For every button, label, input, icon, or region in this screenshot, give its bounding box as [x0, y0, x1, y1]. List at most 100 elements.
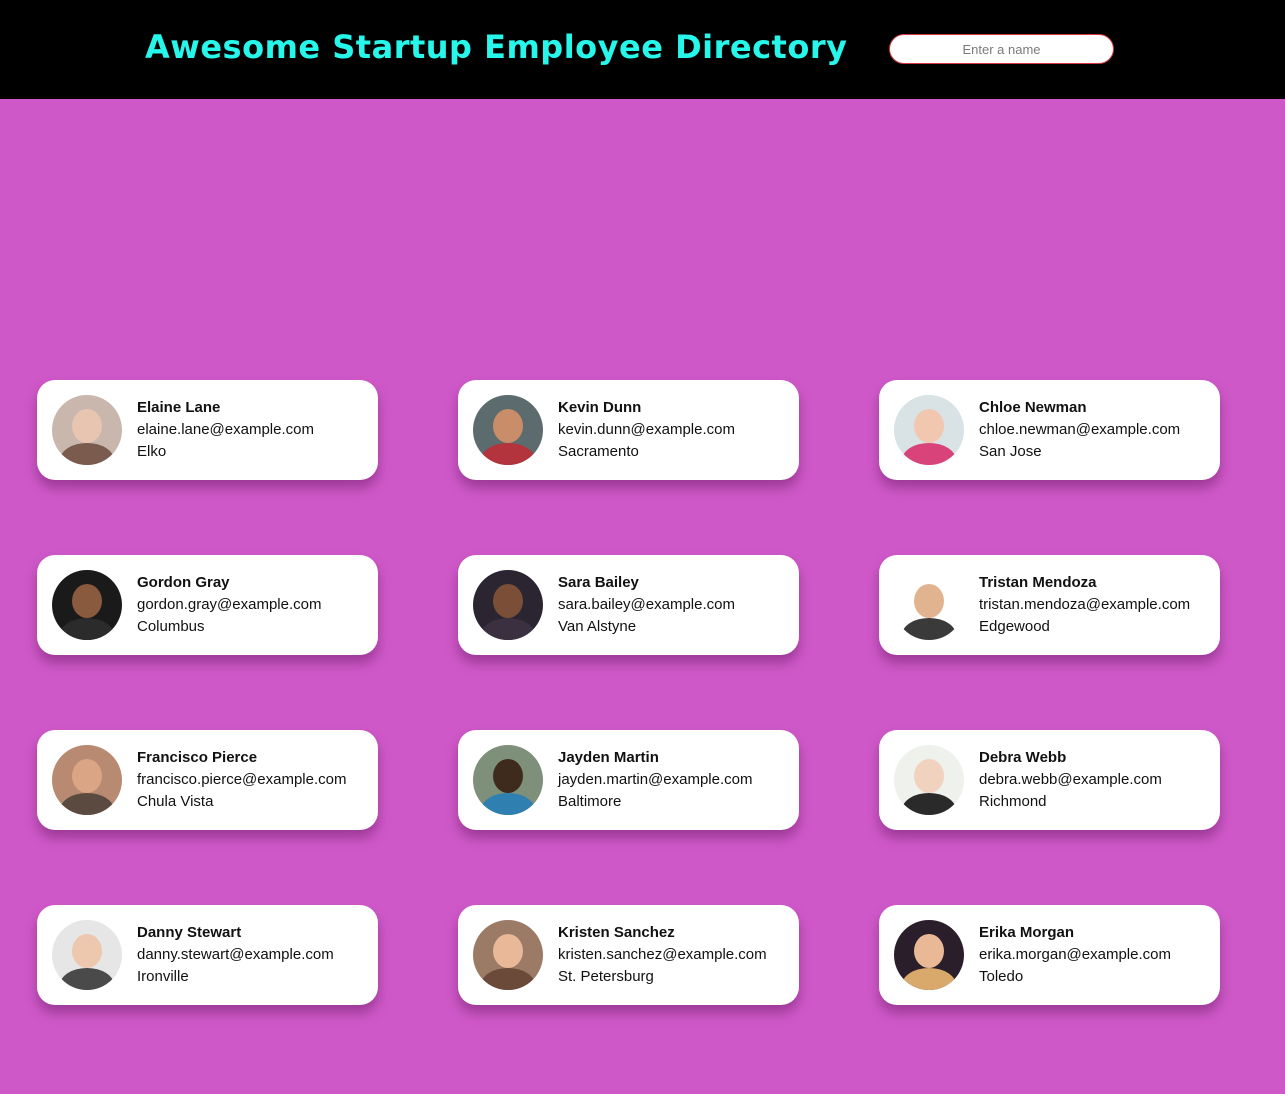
avatar: [473, 395, 543, 465]
avatar-shoulders-icon: [481, 968, 535, 990]
employee-email: jayden.martin@example.com: [558, 771, 753, 788]
employee-card[interactable]: Jayden Martin jayden.martin@example.com Ba…: [458, 730, 799, 830]
avatar: [52, 570, 122, 640]
employee-card[interactable]: Danny Stewart danny.stewart@example.com Ir…: [37, 905, 378, 1005]
avatar-head-icon: [493, 584, 523, 618]
avatar-head-icon: [914, 759, 944, 793]
avatar-shoulders-icon: [902, 793, 956, 815]
employee-city: Ironville: [137, 968, 189, 985]
employee-info: Kristen Sanchez kristen.sanchez@example.c…: [558, 922, 767, 988]
avatar: [894, 745, 964, 815]
employee-name: Kristen Sanchez: [558, 924, 675, 941]
avatar: [894, 570, 964, 640]
employee-city: Edgewood: [979, 618, 1050, 635]
employee-card[interactable]: Chloe Newman chloe.newman@example.com San …: [879, 380, 1220, 480]
employee-city: Baltimore: [558, 793, 622, 810]
employee-info: Erika Morgan erika.morgan@example.com Tole…: [979, 922, 1171, 988]
avatar: [473, 745, 543, 815]
employee-city: Columbus: [137, 618, 205, 635]
avatar-head-icon: [493, 934, 523, 968]
avatar: [894, 395, 964, 465]
employee-info: Kevin Dunn kevin.dunn@example.com Sacramen…: [558, 397, 735, 463]
avatar-head-icon: [72, 934, 102, 968]
avatar-head-icon: [914, 934, 944, 968]
employee-name: Gordon Gray: [137, 574, 230, 591]
employee-city: Sacramento: [558, 443, 639, 460]
employee-name: Kevin Dunn: [558, 399, 642, 416]
employee-card[interactable]: Gordon Gray gordon.gray@example.com Columb…: [37, 555, 378, 655]
avatar-shoulders-icon: [902, 618, 956, 640]
employee-name: Danny Stewart: [137, 924, 242, 941]
avatar-shoulders-icon: [60, 443, 114, 465]
employee-name: Jayden Martin: [558, 749, 659, 766]
employee-name: Erika Morgan: [979, 924, 1075, 941]
page-title: Awesome Startup Employee Directory: [145, 28, 848, 66]
avatar-shoulders-icon: [481, 618, 535, 640]
avatar-head-icon: [914, 584, 944, 618]
avatar: [894, 920, 964, 990]
employee-email: tristan.mendoza@example.com: [979, 596, 1191, 613]
avatar-shoulders-icon: [60, 793, 114, 815]
search-container: [889, 34, 1114, 64]
avatar-shoulders-icon: [481, 793, 535, 815]
page-header: Awesome Startup Employee Directory: [0, 0, 1285, 99]
search-input[interactable]: [889, 34, 1114, 64]
avatar-shoulders-icon: [60, 968, 114, 990]
employee-info: Danny Stewart danny.stewart@example.com Ir…: [137, 922, 334, 988]
employee-card[interactable]: Kristen Sanchez kristen.sanchez@example.c…: [458, 905, 799, 1005]
employee-email: kevin.dunn@example.com: [558, 421, 735, 438]
employee-city: Richmond: [979, 793, 1047, 810]
employee-info: Debra Webb debra.webb@example.com Richmond: [979, 747, 1162, 813]
employee-info: Sara Bailey sara.bailey@example.com Van Al…: [558, 572, 735, 638]
employee-email: gordon.gray@example.com: [137, 596, 322, 613]
employee-email: kristen.sanchez@example.com: [558, 946, 767, 963]
avatar: [473, 570, 543, 640]
avatar: [52, 395, 122, 465]
employee-email: chloe.newman@example.com: [979, 421, 1181, 438]
avatar-head-icon: [72, 584, 102, 618]
employee-name: Chloe Newman: [979, 399, 1087, 416]
employee-card[interactable]: Sara Bailey sara.bailey@example.com Van Al…: [458, 555, 799, 655]
employee-email: sara.bailey@example.com: [558, 596, 735, 613]
employee-city: Van Alstyne: [558, 618, 637, 635]
employee-name: Debra Webb: [979, 749, 1067, 766]
avatar-head-icon: [914, 409, 944, 443]
employee-city: San Jose: [979, 443, 1042, 460]
employee-info: Francisco Pierce francisco.pierce@example…: [137, 747, 346, 813]
avatar-head-icon: [72, 759, 102, 793]
employee-email: erika.morgan@example.com: [979, 946, 1171, 963]
employee-email: danny.stewart@example.com: [137, 946, 334, 963]
employee-name: Francisco Pierce: [137, 749, 258, 766]
employee-email: elaine.lane@example.com: [137, 421, 314, 438]
employee-city: St. Petersburg: [558, 968, 654, 985]
avatar-shoulders-icon: [902, 968, 956, 990]
avatar-shoulders-icon: [481, 443, 535, 465]
avatar: [473, 920, 543, 990]
employee-name: Sara Bailey: [558, 574, 639, 591]
employee-card[interactable]: Tristan Mendoza tristan.mendoza@example.c…: [879, 555, 1220, 655]
avatar-head-icon: [493, 759, 523, 793]
employee-info: Elaine Lane elaine.lane@example.com Elko: [137, 397, 314, 463]
employee-gallery: Elaine Lane elaine.lane@example.com Elko Ke…: [37, 380, 1220, 1005]
avatar: [52, 745, 122, 815]
employee-card[interactable]: Debra Webb debra.webb@example.com Richmond: [879, 730, 1220, 830]
employee-card[interactable]: Kevin Dunn kevin.dunn@example.com Sacramen…: [458, 380, 799, 480]
avatar-shoulders-icon: [902, 443, 956, 465]
employee-name: Elaine Lane: [137, 399, 221, 416]
employee-card[interactable]: Elaine Lane elaine.lane@example.com Elko: [37, 380, 378, 480]
employee-info: Tristan Mendoza tristan.mendoza@example.c…: [979, 572, 1190, 638]
avatar-head-icon: [493, 409, 523, 443]
avatar-shoulders-icon: [60, 618, 114, 640]
avatar-head-icon: [72, 409, 102, 443]
employee-city: Chula Vista: [137, 793, 214, 810]
employee-email: debra.webb@example.com: [979, 771, 1162, 788]
employee-info: Jayden Martin jayden.martin@example.com Ba…: [558, 747, 752, 813]
employee-city: Toledo: [979, 968, 1024, 985]
employee-email: francisco.pierce@example.com: [137, 771, 347, 788]
avatar: [52, 920, 122, 990]
employee-name: Tristan Mendoza: [979, 574, 1097, 591]
employee-card[interactable]: Francisco Pierce francisco.pierce@example…: [37, 730, 378, 830]
employee-card[interactable]: Erika Morgan erika.morgan@example.com Tole…: [879, 905, 1220, 1005]
employee-info: Gordon Gray gordon.gray@example.com Columb…: [137, 572, 321, 638]
employee-city: Elko: [137, 443, 167, 460]
